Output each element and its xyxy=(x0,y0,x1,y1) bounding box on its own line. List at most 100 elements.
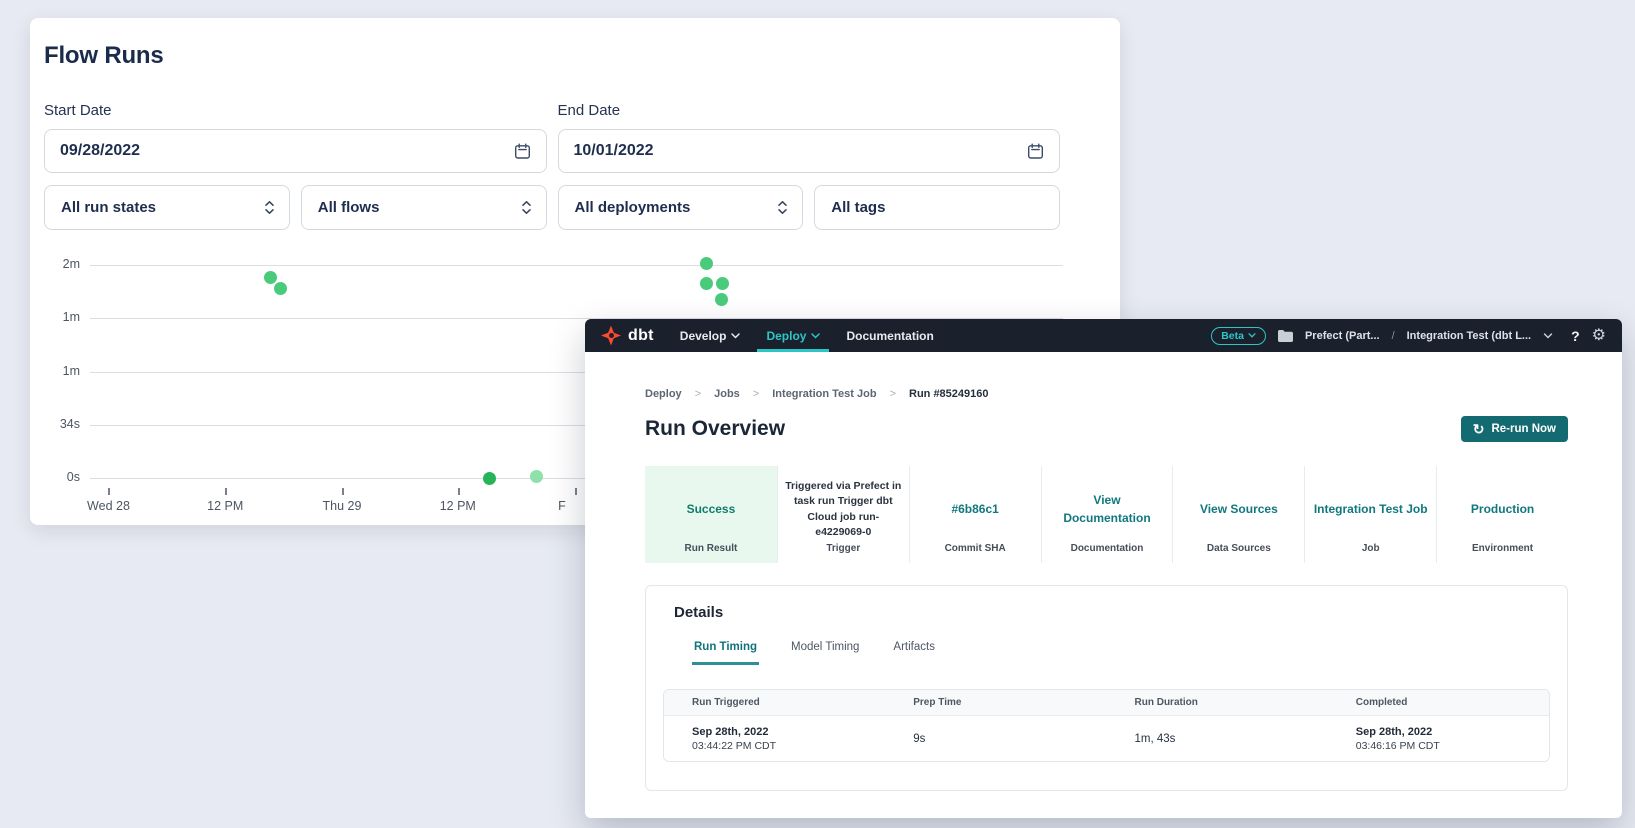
rerun-now-button[interactable]: ↻ Re-run Now xyxy=(1461,416,1568,442)
folder-icon xyxy=(1278,330,1293,342)
tab-artifacts[interactable]: Artifacts xyxy=(891,641,937,665)
tab-run-timing[interactable]: Run Timing xyxy=(692,641,759,665)
beta-dropdown[interactable]: Beta xyxy=(1211,327,1266,345)
flow-run-point[interactable] xyxy=(264,271,277,284)
flows-filter[interactable]: All flows xyxy=(301,185,547,230)
run-result-value: Success xyxy=(687,476,736,543)
start-date-label: Start Date xyxy=(44,102,547,119)
details-tabs: Run Timing Model Timing Artifacts xyxy=(646,641,1567,665)
x-axis-tick xyxy=(225,488,227,495)
settings-gear-icon[interactable]: ⚙ xyxy=(1592,328,1606,344)
x-axis-tick xyxy=(342,488,344,495)
flow-run-point[interactable] xyxy=(700,257,713,270)
help-icon[interactable]: ? xyxy=(1571,328,1580,344)
flow-run-point[interactable] xyxy=(530,470,543,483)
tags-filter[interactable]: All tags xyxy=(814,185,1060,230)
account-selector[interactable]: Prefect (Part... xyxy=(1305,330,1380,342)
start-date-input[interactable]: 09/28/2022 xyxy=(44,129,547,173)
breadcrumb-separator: > xyxy=(695,388,701,400)
account-project-separator: / xyxy=(1392,330,1395,342)
filters-row: All run states All flows All deployments… xyxy=(44,185,1060,230)
details-panel: Details Run Timing Model Timing Artifact… xyxy=(645,585,1568,791)
view-sources-link[interactable]: View Sources xyxy=(1200,476,1278,543)
documentation-card: View Documentation Documentation xyxy=(1041,466,1173,563)
refresh-icon: ↻ xyxy=(1473,422,1485,436)
tab-model-timing[interactable]: Model Timing xyxy=(789,641,861,665)
x-axis-tick xyxy=(575,488,577,495)
screen: Flow Runs Start Date 09/28/2022 End Date… xyxy=(0,0,1635,828)
chevron-down-icon xyxy=(1248,333,1256,338)
y-axis-tick-label: 2m xyxy=(30,257,80,271)
dbt-cloud-window: dbt Develop Deploy Documentation Beta Pr… xyxy=(585,319,1622,818)
completed-cell: Sep 28th, 2022 03:46:16 PM CDT xyxy=(1328,726,1549,752)
dbt-logo-icon xyxy=(601,326,621,346)
x-axis-tick-label: Thu 29 xyxy=(302,499,382,513)
breadcrumb-jobs[interactable]: Jobs xyxy=(714,388,740,400)
run-states-filter[interactable]: All run states xyxy=(44,185,290,230)
project-selector[interactable]: Integration Test (dbt L... xyxy=(1407,330,1531,342)
dbt-main-content: Deploy > Jobs > Integration Test Job > R… xyxy=(585,352,1622,791)
x-axis-tick xyxy=(458,488,460,495)
nav-deploy[interactable]: Deploy xyxy=(766,319,820,352)
navbar-right: Beta Prefect (Part... / Integration Test… xyxy=(1211,327,1606,345)
y-axis-tick-label: 34s xyxy=(30,417,80,431)
chevron-down-icon xyxy=(731,333,740,339)
calendar-icon[interactable] xyxy=(1027,143,1044,160)
deployments-filter[interactable]: All deployments xyxy=(558,185,804,230)
y-axis-tick-label: 0s xyxy=(30,470,80,484)
page-title: Run Overview xyxy=(645,417,785,441)
breadcrumb-separator: > xyxy=(753,388,759,400)
breadcrumb-separator: > xyxy=(890,388,896,400)
flow-run-point[interactable] xyxy=(274,282,287,295)
x-axis-tick-label: Wed 28 xyxy=(68,499,148,513)
flow-run-point[interactable] xyxy=(715,293,728,306)
breadcrumb: Deploy > Jobs > Integration Test Job > R… xyxy=(645,388,1568,400)
y-axis-tick-label: 1m xyxy=(30,364,80,378)
flow-run-point[interactable] xyxy=(700,277,713,290)
run-triggered-cell: Sep 28th, 2022 03:44:22 PM CDT xyxy=(664,726,885,752)
commit-sha-link[interactable]: #6b86c1 xyxy=(951,476,998,543)
details-title: Details xyxy=(646,604,1567,621)
job-card: Integration Test Job Job xyxy=(1304,466,1436,563)
chart-gridline xyxy=(90,265,1063,266)
run-duration-cell: 1m, 43s xyxy=(1107,733,1328,745)
breadcrumb-current-run: Run #85249160 xyxy=(909,388,989,400)
end-date-field: End Date 10/01/2022 xyxy=(558,102,1061,173)
chevron-down-icon[interactable] xyxy=(1543,333,1553,339)
trigger-card: Triggered via Prefect in task run Trigge… xyxy=(777,466,909,563)
trigger-value: Triggered via Prefect in task run Trigge… xyxy=(785,476,902,543)
breadcrumb-deploy[interactable]: Deploy xyxy=(645,388,682,400)
environment-link[interactable]: Production xyxy=(1471,476,1534,543)
end-date-label: End Date xyxy=(558,102,1061,119)
y-axis-tick-label: 1m xyxy=(30,310,80,324)
run-timing-table: Run Triggered Prep Time Run Duration Com… xyxy=(663,689,1550,762)
view-documentation-link[interactable]: View Documentation xyxy=(1049,476,1166,543)
calendar-icon[interactable] xyxy=(514,143,531,160)
title-row: Run Overview ↻ Re-run Now xyxy=(645,416,1568,442)
x-axis-tick xyxy=(108,488,110,495)
nav-develop[interactable]: Develop xyxy=(680,319,741,352)
dbt-navbar: dbt Develop Deploy Documentation Beta Pr… xyxy=(585,319,1622,352)
prep-time-cell: 9s xyxy=(885,733,1106,745)
table-row: Sep 28th, 2022 03:44:22 PM CDT 9s 1m, 43… xyxy=(664,716,1549,761)
end-date-input[interactable]: 10/01/2022 xyxy=(558,129,1061,173)
up-down-chevron-icon xyxy=(264,200,275,215)
dbt-logo[interactable]: dbt xyxy=(601,326,654,346)
end-date-value: 10/01/2022 xyxy=(574,142,654,160)
dbt-logo-text: dbt xyxy=(628,327,654,345)
data-sources-card: View Sources Data Sources xyxy=(1172,466,1304,563)
x-axis-tick-label: 12 PM xyxy=(185,499,265,513)
flow-runs-title: Flow Runs xyxy=(44,42,1060,70)
flow-run-point[interactable] xyxy=(483,472,496,485)
breadcrumb-job-name[interactable]: Integration Test Job xyxy=(772,388,876,400)
chevron-down-icon xyxy=(811,333,820,339)
table-header-row: Run Triggered Prep Time Run Duration Com… xyxy=(664,690,1549,716)
up-down-chevron-icon xyxy=(521,200,532,215)
job-link[interactable]: Integration Test Job xyxy=(1314,476,1428,543)
nav-documentation[interactable]: Documentation xyxy=(846,319,933,352)
flow-run-point[interactable] xyxy=(716,277,729,290)
start-date-value: 09/28/2022 xyxy=(60,142,140,160)
commit-sha-card: #6b86c1 Commit SHA xyxy=(909,466,1041,563)
up-down-chevron-icon xyxy=(777,200,788,215)
x-axis-tick-label: 12 PM xyxy=(418,499,498,513)
